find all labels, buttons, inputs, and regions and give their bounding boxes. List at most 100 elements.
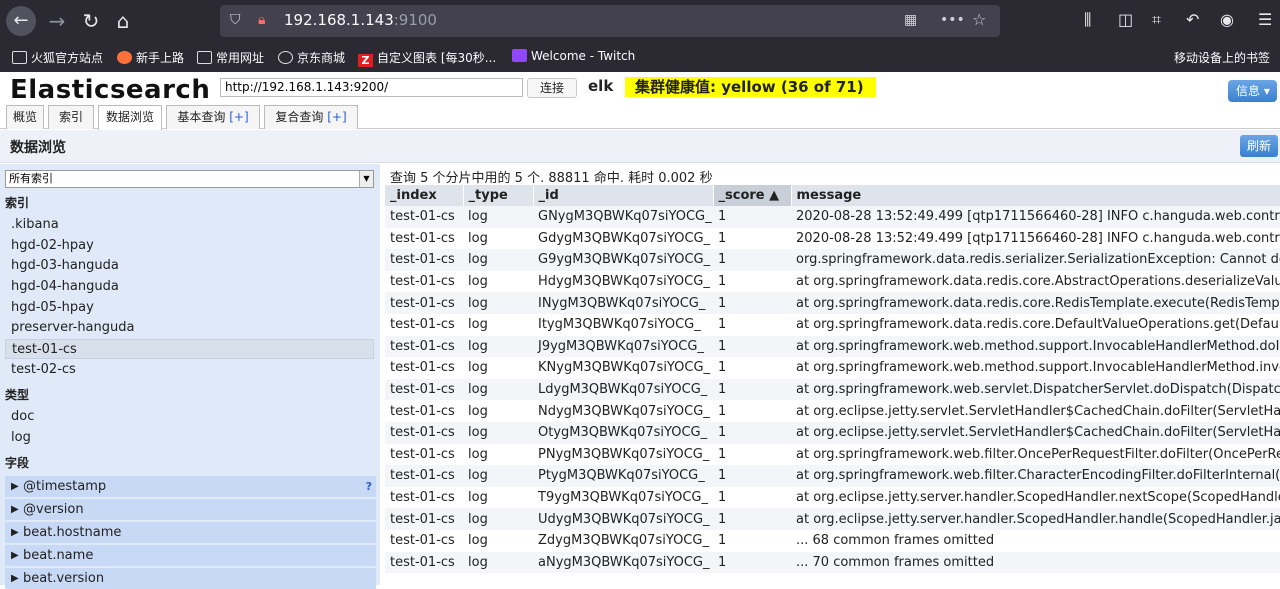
help-icon[interactable]: ? [366,476,372,497]
sidebar-type-item[interactable]: log [5,428,374,448]
table-row[interactable]: test-01-cs log ItygM3QBWKq07siYOCG_ 1 at org… [385,313,1280,336]
mobile-bookmarks[interactable]: 移动设备上的书签 [1174,49,1270,66]
sidebar-index-item[interactable]: preserver-hanguda [5,318,374,338]
url-bar[interactable]: ⛉ 🔒︎ 192.168.1.143:9100 ▦ ••• ☆ [220,5,1000,37]
refresh-button[interactable]: 刷新 [1240,135,1278,157]
sidebar-index-item[interactable]: .kibana [5,215,374,235]
section-bar: 数据浏览 刷新 [0,130,1280,163]
sidebar-field-item[interactable]: ▶ beat.version [5,568,376,589]
insecure-lock-icon[interactable]: 🔒︎ [258,12,265,28]
column-header-type[interactable]: _type [463,185,534,206]
column-header-id[interactable]: _id [533,185,714,206]
bookmark-item[interactable]: Welcome - Twitch [512,49,635,63]
sidebar-index-item[interactable]: hgd-05-hpay [5,298,374,318]
sidebar-index-item[interactable]: test-02-cs [5,360,374,380]
screenshot-icon[interactable]: ⌗ [1152,10,1161,30]
table-row[interactable]: test-01-cs log KNygM3QBWKq07siYOCG_ 1 at org… [385,357,1280,379]
qr-code-icon[interactable]: ▦ [904,12,917,28]
table-row[interactable]: test-01-cs log LdygM3QBWKq07siYOCG_ 1 at org… [385,378,1280,401]
home-button[interactable]: ⌂ [108,6,138,36]
table-row[interactable]: test-01-cs log PtygM3QBWKq07siYOCG_ 1 at org… [385,465,1280,487]
browser-chrome: ← → ↻ ⌂ ⛉ 🔒︎ 192.168.1.143:9100 ▦ ••• ☆ … [0,0,1280,72]
cell-id: GdygM3QBWKq07siYOCG_ [533,227,713,250]
bookmark-item[interactable]: Z 自定义图表 [每30秒... [358,49,496,67]
table-row[interactable]: test-01-cs log J9ygM3QBWKq07siYOCG_ 1 at org… [385,335,1280,358]
tab-basic-query[interactable]: 基本查询 [+] [166,105,260,129]
cluster-health-badge: 集群健康值: yellow (36 of 71) [625,77,876,97]
sidebar-index-item[interactable]: hgd-02-hpay [5,236,374,256]
table-row[interactable]: test-01-cs log ZdygM3QBWKq07siYOCG_ 1... 68… [385,529,1280,552]
results-table: _index _type _id _score ▲ message test-0… [385,185,1280,574]
cell-index: test-01-cs [385,249,463,271]
table-row[interactable]: test-01-cs log HdygM3QBWKq07siYOCG_ 1 at org… [385,270,1280,293]
back-button[interactable]: ← [6,6,36,36]
cell-id: GNygM3QBWKq07siYOCG_ [533,206,713,228]
table-row[interactable]: test-01-cs log GdygM3QBWKq07siYOCG_ 1 2020-0… [385,227,1280,250]
cell-index: test-01-cs [385,335,463,358]
bookmark-item[interactable]: 新手上路 [117,49,184,66]
column-header-score[interactable]: _score ▲ [713,185,792,206]
cell-score: 1 [713,313,791,336]
connect-button[interactable]: 连接 [527,78,577,98]
table-row[interactable]: test-01-cs log GNygM3QBWKq07siYOCG_ 1 2020-0… [385,206,1280,228]
cell-score: 1 [713,270,791,293]
sidebar-field-item[interactable]: ▶ beat.name [5,545,376,566]
cell-id: HdygM3QBWKq07siYOCG_ [533,270,713,293]
cell-index: test-01-cs [385,443,463,466]
sidebar-index-item-selected[interactable]: test-01-cs [5,339,374,359]
url-text[interactable]: 192.168.1.143:9100 [284,11,437,29]
sidebar-type-item[interactable]: doc [5,407,374,427]
connection-url-input[interactable]: http://192.168.1.143:9200/ [220,78,523,97]
sidebar-index-item[interactable]: hgd-03-hanguda [5,256,374,276]
table-row[interactable]: test-01-cs log PNygM3QBWKq07siYOCG_ 1 at org… [385,443,1280,466]
bookmark-item[interactable]: 京东商城 [278,49,345,66]
cell-score: 1 [713,551,791,574]
cell-type: log [463,313,533,336]
shield-icon[interactable]: ⛉ [230,12,241,28]
info-button[interactable]: 信息 ▾ [1228,80,1277,102]
sidebar-icon[interactable]: ◫ [1118,10,1133,29]
sidebar-index-item[interactable]: hgd-04-hanguda [5,277,374,297]
sidebar-field-item[interactable]: ▶ @version [5,499,376,520]
table-row[interactable]: test-01-cs log NdygM3QBWKq07siYOCG_ 1 at org… [385,400,1280,422]
column-header-index[interactable]: _index [385,185,464,206]
bookmark-star-icon[interactable]: ☆ [972,10,986,29]
cell-message: ... 68 common frames omitted [791,529,1280,552]
reload-button[interactable]: ↻ [76,6,106,36]
table-row[interactable]: test-01-cs log OtygM3QBWKq07siYOCG_ 1 at org… [385,421,1280,444]
caret-right-icon: ▶ [11,481,19,492]
table-row[interactable]: test-01-cs log UdygM3QBWKq07siYOCG_ 1 at org… [385,508,1280,530]
cell-type: log [463,357,533,379]
tab-indices[interactable]: 索引 [48,105,94,129]
tab-compound-query[interactable]: 复合查询 [+] [264,105,358,129]
undo-icon[interactable]: ↶ [1186,10,1199,29]
forward-button[interactable]: → [42,6,72,36]
cell-index: test-01-cs [385,529,463,552]
cell-id: ZdygM3QBWKq07siYOCG_ [533,529,713,552]
library-icon[interactable]: ⫼ [1084,10,1091,30]
chevron-down-icon[interactable]: ▼ [359,171,373,187]
bookmark-item[interactable]: 火狐官方站点 [12,49,103,66]
cell-type: log [463,270,533,293]
table-row[interactable]: test-01-cs log G9ygM3QBWKq07siYOCG_ 1 org.sp… [385,249,1280,271]
index-select[interactable]: 所有索引 ▼ [5,170,374,188]
table-row[interactable]: test-01-cs log INygM3QBWKq07siYOCG_ 1 at org… [385,292,1280,314]
cell-message: 2020-08-28 13:52:49.499 [qtp1711566460-2… [791,227,1280,250]
account-icon[interactable]: ◉ [1220,10,1234,29]
cell-type: log [463,486,533,509]
bookmark-item[interactable]: 常用网址 [197,49,264,66]
tab-browser[interactable]: 数据浏览 [98,105,162,130]
bookmark-label: Welcome - Twitch [531,49,636,63]
table-row[interactable]: test-01-cs log T9ygM3QBWKq07siYOCG_ 1 at org… [385,486,1280,509]
cell-index: test-01-cs [385,292,463,314]
tab-bar: 概览 索引 数据浏览 基本查询 [+] 复合查询 [+] [0,105,1280,130]
table-row[interactable]: test-01-cs log aNygM3QBWKq07siYOCG_ 1... 70… [385,551,1280,574]
more-actions-icon[interactable]: ••• [940,12,965,28]
column-header-message[interactable]: message [791,185,1280,206]
sidebar-field-item[interactable]: ▶ beat.hostname [5,522,376,543]
menu-icon[interactable]: ☰ [1258,10,1272,29]
tab-overview[interactable]: 概览 [6,105,44,129]
sidebar-field-item[interactable]: ▶ @timestamp? [5,476,376,497]
cell-message: at org.springframework.web.servlet.Dispa… [791,378,1280,401]
cell-index: test-01-cs [385,313,463,336]
